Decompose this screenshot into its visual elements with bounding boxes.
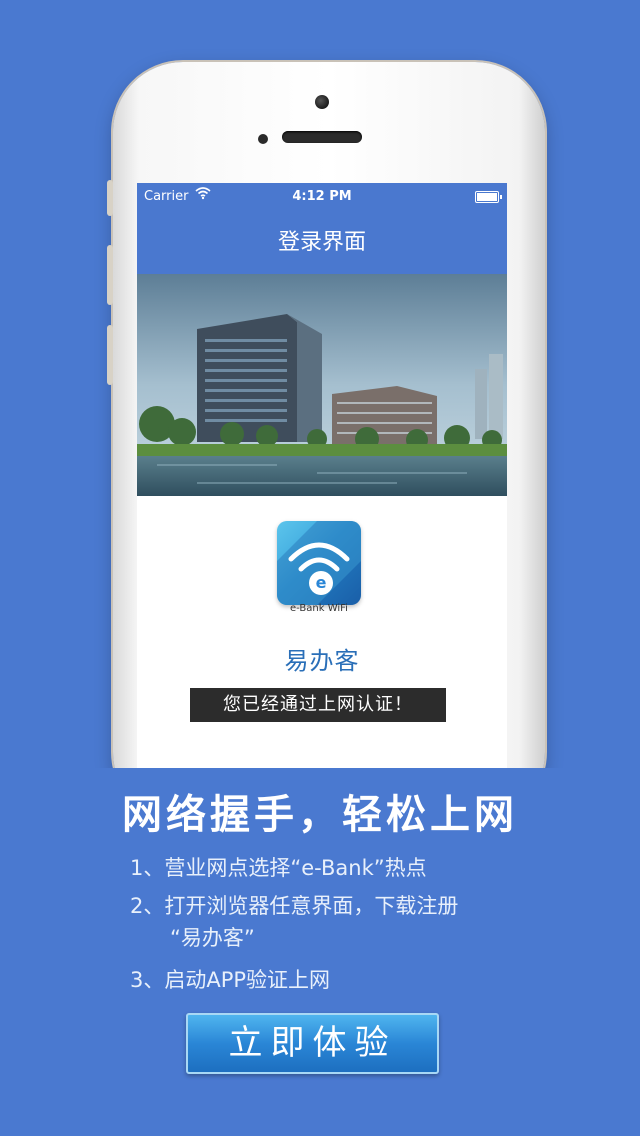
building-photo (137, 274, 507, 496)
volume-up-button (107, 245, 113, 305)
app-name: 易办客 (284, 647, 360, 675)
step-2-continued: “易办客” (170, 926, 255, 950)
volume-down-button (107, 325, 113, 385)
step-3: 3、启动APP验证上网 (130, 968, 331, 992)
step-2: 2、打开浏览器任意界面，下载注册 (130, 894, 459, 918)
svg-text:e: e (316, 573, 327, 592)
step-1: 1、营业网点选择“e-Bank”热点 (130, 856, 427, 880)
mute-switch (107, 180, 113, 216)
promo-headline: 网络握手，轻松上网 (122, 792, 518, 838)
e-bank-wifi-logo-icon: e (277, 521, 361, 605)
proximity-sensor (258, 134, 268, 144)
try-now-button[interactable]: 立即体验 (186, 1013, 439, 1074)
status-time: 4:12 PM (292, 189, 352, 204)
nav-title: 登录界面 (137, 211, 507, 274)
front-camera (315, 95, 329, 109)
earpiece-speaker (282, 131, 362, 143)
auth-success-banner: 您已经通过上网认证！ (190, 688, 446, 722)
status-bar: Carrier 4:12 PM (137, 183, 507, 211)
phone-screen: Carrier 4:12 PM 登录界面 e e-Bank WiFi 易办客 您… (137, 183, 507, 783)
app-icon-caption: e-Bank WiFi (290, 603, 348, 614)
battery-icon (475, 191, 502, 203)
